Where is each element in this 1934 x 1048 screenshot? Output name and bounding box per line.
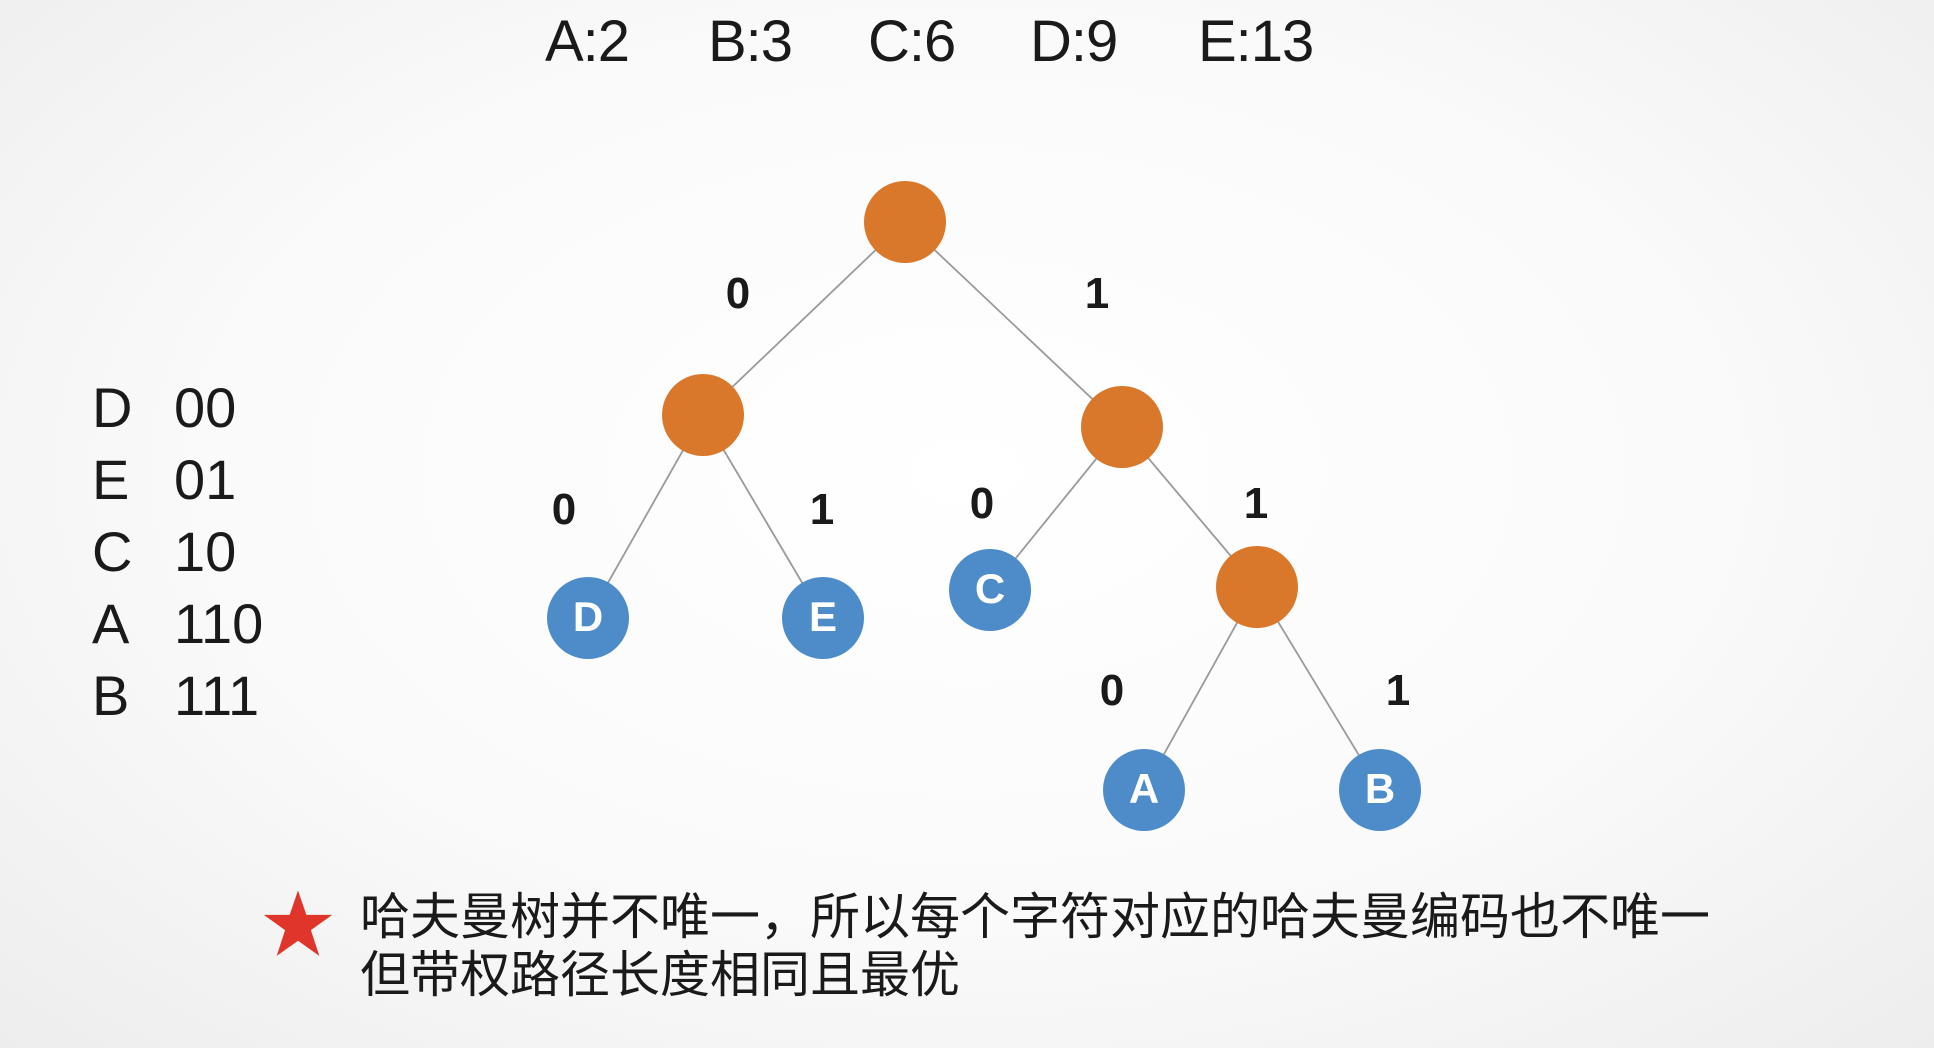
note-line-1: 哈夫曼树并不唯一，所以每个字符对应的哈夫曼编码也不唯一 (360, 888, 1710, 946)
edge-root-left (702, 221, 906, 416)
note: 哈夫曼树并不唯一，所以每个字符对应的哈夫曼编码也不唯一 但带权路径长度相同且最优 (260, 888, 1710, 1004)
leaf-label-d: D (573, 593, 603, 640)
edge-root-right (904, 221, 1123, 428)
leaf-label-b: B (1365, 765, 1395, 812)
internal-node-right (1081, 386, 1163, 468)
edge-label-left-right: 1 (810, 485, 834, 534)
edge-label-left-left: 0 (552, 485, 576, 534)
note-line-2: 但带权路径长度相同且最优 (360, 946, 960, 1004)
leaf-label-a: A (1129, 765, 1159, 812)
leaf-label-e: E (809, 593, 837, 640)
edge-label-root-right: 1 (1085, 269, 1109, 318)
leaf-label-c: C (975, 565, 1005, 612)
note-text: 哈夫曼树并不唯一，所以每个字符对应的哈夫曼编码也不唯一 但带权路径长度相同且最优 (360, 888, 1710, 1004)
root-node (864, 181, 946, 263)
edge-label-right-left: 0 (970, 479, 994, 528)
internal-node-right-right (1216, 546, 1298, 628)
edge-label-inner-left: 0 (1100, 666, 1124, 715)
edge-label-root-left: 0 (726, 269, 750, 318)
edge-label-right-right: 1 (1244, 479, 1268, 528)
star-icon (263, 890, 333, 956)
edge-label-inner-right: 1 (1386, 666, 1410, 715)
internal-node-left (662, 374, 744, 456)
slide: A:2 B:3 C:6 D:9 E:13 D 00 E 01 C 10 A 11… (0, 0, 1934, 1048)
